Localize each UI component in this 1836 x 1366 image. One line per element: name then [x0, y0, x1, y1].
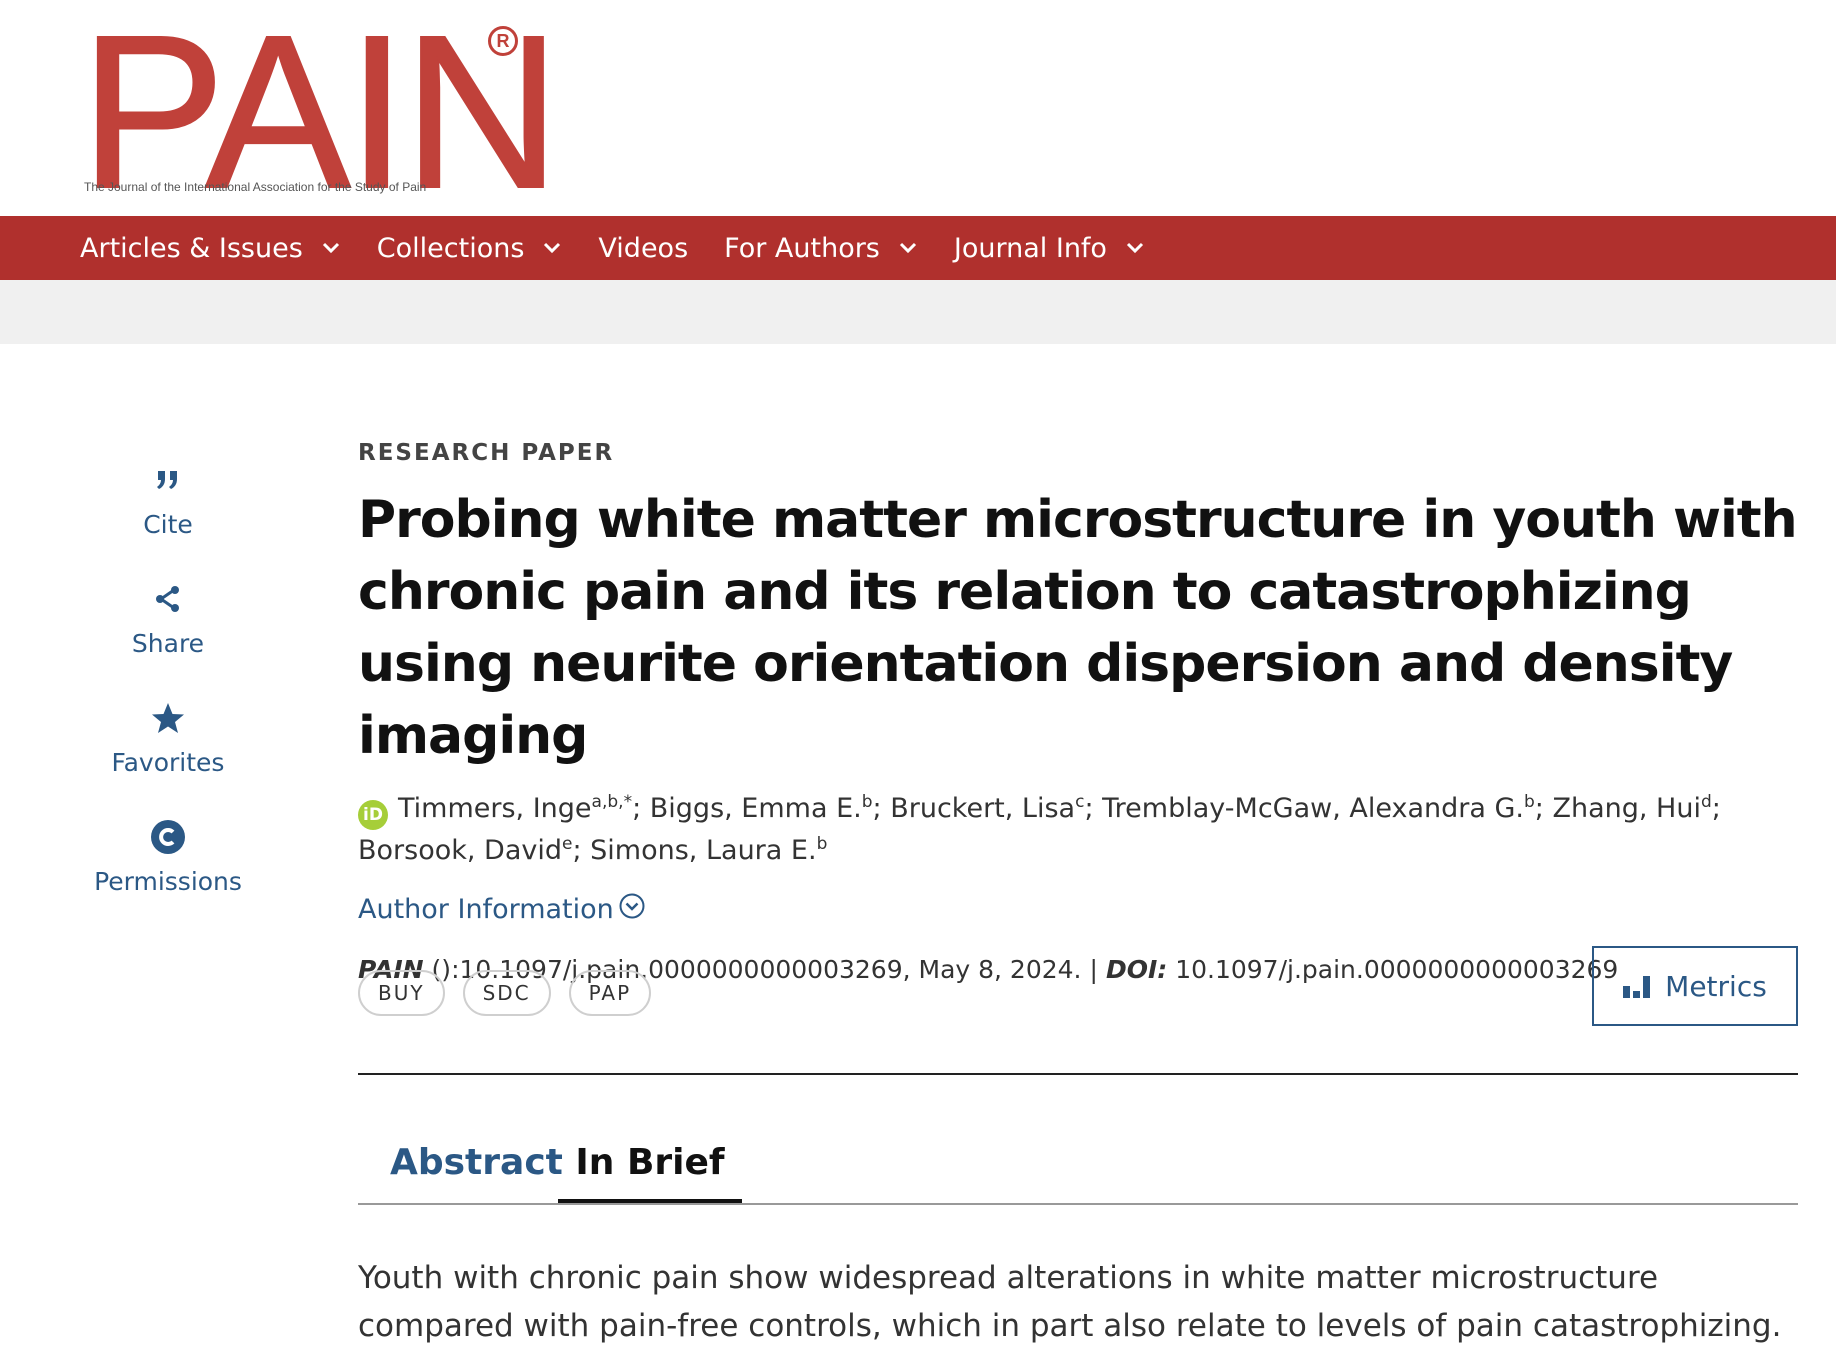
chevron-down-icon [1125, 238, 1145, 258]
doi-value[interactable]: 10.1097/j.pain.0000000000003269 [1175, 955, 1618, 984]
registered-mark: R [488, 26, 518, 56]
in-brief-text: Youth with chronic pain show widespread … [358, 1260, 1782, 1344]
main-nav: Articles & Issues Collections Videos For… [0, 216, 1836, 280]
share-label: Share [131, 629, 205, 658]
divider [358, 1073, 1798, 1075]
cite-button[interactable]: Cite [70, 460, 266, 539]
author-information-label: Author Information [358, 894, 614, 925]
author-name[interactable]: Simons, Laura E. [590, 835, 816, 866]
quote-icon [155, 460, 181, 500]
copyright-icon [150, 817, 186, 857]
doi-label: DOI: [1105, 955, 1168, 984]
nav-label: Journal Info [953, 232, 1107, 264]
author-affiliation: b [861, 792, 873, 812]
nav-for-authors[interactable]: For Authors [724, 233, 918, 264]
permissions-label: Permissions [94, 867, 242, 896]
author-information-toggle[interactable]: Author Information [358, 892, 646, 927]
author-list: iD Timmers, Ingea,b,*; Biggs, Emma E.b; B… [358, 792, 1721, 866]
author-affiliation: d [1700, 792, 1712, 812]
author-affiliation: a,b,* [591, 792, 633, 812]
star-icon [151, 698, 185, 738]
nav-label: Collections [376, 232, 525, 264]
tabs-underline [358, 1203, 1798, 1205]
share-icon [154, 579, 182, 619]
nav-videos[interactable]: Videos [598, 233, 688, 264]
author-affiliation: b [816, 834, 828, 854]
author-affiliation: b [1524, 792, 1535, 812]
pap-pill[interactable]: PAP [568, 970, 652, 1016]
journal-logo[interactable]: PAIN R The Journal of the International … [79, 3, 562, 223]
tab-in-brief[interactable]: In Brief [558, 1120, 742, 1204]
author-name[interactable]: Biggs, Emma E. [650, 793, 862, 824]
author-affiliation: e [562, 834, 573, 854]
citation-separator: | [1089, 955, 1098, 984]
author-name[interactable]: Tremblay-McGaw, Alexandra G. [1102, 793, 1524, 824]
permissions-button[interactable]: Permissions [70, 817, 266, 896]
nav-journal-info[interactable]: Journal Info [954, 233, 1145, 264]
nav-label: Videos [598, 232, 689, 264]
logo-tagline: The Journal of the International Associa… [84, 180, 427, 194]
favorites-label: Favorites [111, 748, 225, 777]
tab-abstract[interactable]: Abstract [390, 1120, 563, 1204]
article-header: RESEARCH PAPER Probing white matter micr… [358, 440, 1798, 984]
article-title: Probing white matter microstructure in y… [358, 490, 1798, 766]
nav-label: For Authors [724, 232, 880, 264]
sdc-pill[interactable]: SDC [462, 970, 551, 1016]
metrics-button[interactable]: Metrics [1592, 946, 1798, 1026]
author-name[interactable]: Zhang, Hui [1552, 793, 1701, 824]
chevron-down-icon [898, 238, 918, 258]
gray-band [0, 280, 1836, 344]
content-tabs: Abstract In Brief [358, 1120, 1798, 1204]
site-header: PAIN R The Journal of the International … [0, 0, 1836, 223]
chevron-down-icon [542, 238, 562, 258]
buy-pill[interactable]: BUY [358, 970, 445, 1016]
chevron-down-icon [321, 238, 341, 258]
nav-collections[interactable]: Collections [377, 233, 563, 264]
favorites-button[interactable]: Favorites [70, 698, 266, 777]
nav-label: Articles & Issues [80, 232, 303, 264]
author-name[interactable]: Timmers, Inge [398, 793, 592, 824]
chevron-circle-down-icon [618, 892, 646, 927]
share-button[interactable]: Share [70, 579, 266, 658]
access-pills: BUY SDC PAP [358, 970, 669, 1016]
author-name[interactable]: Bruckert, Lisa [890, 793, 1075, 824]
author-name[interactable]: Borsook, David [358, 835, 562, 866]
metrics-label: Metrics [1665, 969, 1767, 1003]
author-affiliation: c [1075, 792, 1085, 812]
article-type: RESEARCH PAPER [358, 440, 615, 466]
article-tools-rail: Cite Share Favorites Permissions [70, 460, 266, 936]
cite-label: Cite [143, 510, 193, 539]
bar-chart-icon [1623, 976, 1651, 998]
nav-articles-issues[interactable]: Articles & Issues [80, 233, 341, 264]
orcid-icon[interactable]: iD [358, 800, 388, 830]
